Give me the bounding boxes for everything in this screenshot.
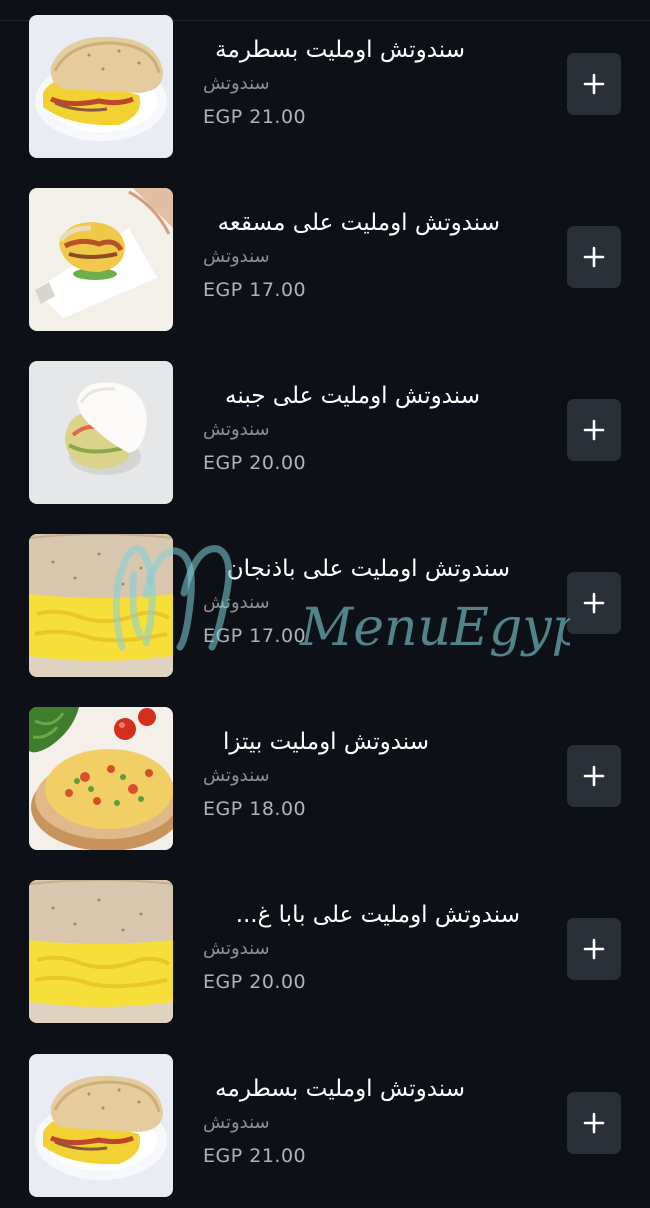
menu-item[interactable]: سندوتش اومليت على جبنه سندوتش EGP 20.00 (0, 361, 650, 506)
plus-icon (583, 592, 605, 614)
item-title: سندوتش اومليت على جبنه (225, 383, 480, 409)
item-info: سندوتش اومليت على باذنجان سندوتش EGP 17.… (203, 534, 543, 677)
item-category: سندوتش (203, 938, 270, 959)
menu-item[interactable]: سندوتش اومليت بيتزا سندوتش EGP 18.00 (0, 707, 650, 852)
add-to-cart-button[interactable] (567, 918, 621, 980)
item-price: EGP 18.00 (203, 798, 307, 820)
menu-item[interactable]: سندوتش اومليت على باذنجان سندوتش EGP 17.… (0, 534, 650, 679)
item-image-pita-cheese[interactable] (29, 361, 173, 504)
item-title: سندوتش اومليت على باذنجان (226, 556, 510, 582)
plus-icon (583, 938, 605, 960)
item-info: سندوتش اومليت على مسقعه سندوتش EGP 17.00 (203, 188, 543, 331)
item-image-bread-omelette[interactable] (29, 534, 173, 677)
plus-icon (583, 246, 605, 268)
add-to-cart-button[interactable] (567, 399, 621, 461)
item-info: سندوتش اومليت بيتزا سندوتش EGP 18.00 (203, 707, 543, 850)
item-price: EGP 20.00 (203, 971, 307, 993)
menu-item[interactable]: سندوتش اومليت على مسقعه سندوتش EGP 17.00 (0, 188, 650, 333)
menu-item[interactable]: سندوتش اومليت بسطرمه سندوتش EGP 21.00 (0, 1054, 650, 1199)
add-to-cart-button[interactable] (567, 1092, 621, 1154)
item-category: سندوتش (203, 1112, 270, 1133)
item-title: سندوتش اومليت بيتزا (222, 729, 429, 755)
item-price: EGP 17.00 (203, 625, 307, 647)
add-to-cart-button[interactable] (567, 745, 621, 807)
plus-icon (583, 765, 605, 787)
item-info: سندوتش اومليت على بابا غ... سندوتش EGP 2… (203, 880, 543, 1023)
item-title: سندوتش اومليت على مسقعه (217, 210, 500, 236)
add-to-cart-button[interactable] (567, 226, 621, 288)
item-image-pita-moussaka[interactable] (29, 188, 173, 331)
item-price: EGP 20.00 (203, 452, 307, 474)
item-category: سندوتش (203, 419, 270, 440)
item-info: سندوتش اومليت على جبنه سندوتش EGP 20.00 (203, 361, 543, 504)
item-category: سندوتش (203, 246, 270, 267)
item-title: سندوتش اومليت بسطرمة (215, 37, 465, 63)
item-price: EGP 21.00 (203, 106, 307, 128)
plus-icon (583, 1112, 605, 1134)
item-title: سندوتش اومليت بسطرمه (215, 1076, 465, 1102)
item-price: EGP 17.00 (203, 279, 307, 301)
add-to-cart-button[interactable] (567, 53, 621, 115)
item-category: سندوتش (203, 73, 270, 94)
item-info: سندوتش اومليت بسطرمة سندوتش EGP 21.00 (203, 15, 543, 158)
item-image-bread-omelette[interactable] (29, 880, 173, 1023)
item-info: سندوتش اومليت بسطرمه سندوتش EGP 21.00 (203, 1054, 543, 1197)
item-image-pita-omelette[interactable] (29, 15, 173, 158)
menu-item[interactable]: سندوتش اومليت بسطرمة سندوتش EGP 21.00 (0, 15, 650, 160)
add-to-cart-button[interactable] (567, 572, 621, 634)
plus-icon (583, 419, 605, 441)
item-image-pita-omelette[interactable] (29, 1054, 173, 1197)
item-price: EGP 21.00 (203, 1145, 307, 1167)
item-image-omelette-pizza[interactable] (29, 707, 173, 850)
item-category: سندوتش (203, 592, 270, 613)
item-category: سندوتش (203, 765, 270, 786)
menu-item[interactable]: سندوتش اومليت على بابا غ... سندوتش EGP 2… (0, 880, 650, 1025)
item-title: سندوتش اومليت على بابا غ... (235, 902, 520, 928)
plus-icon (583, 73, 605, 95)
